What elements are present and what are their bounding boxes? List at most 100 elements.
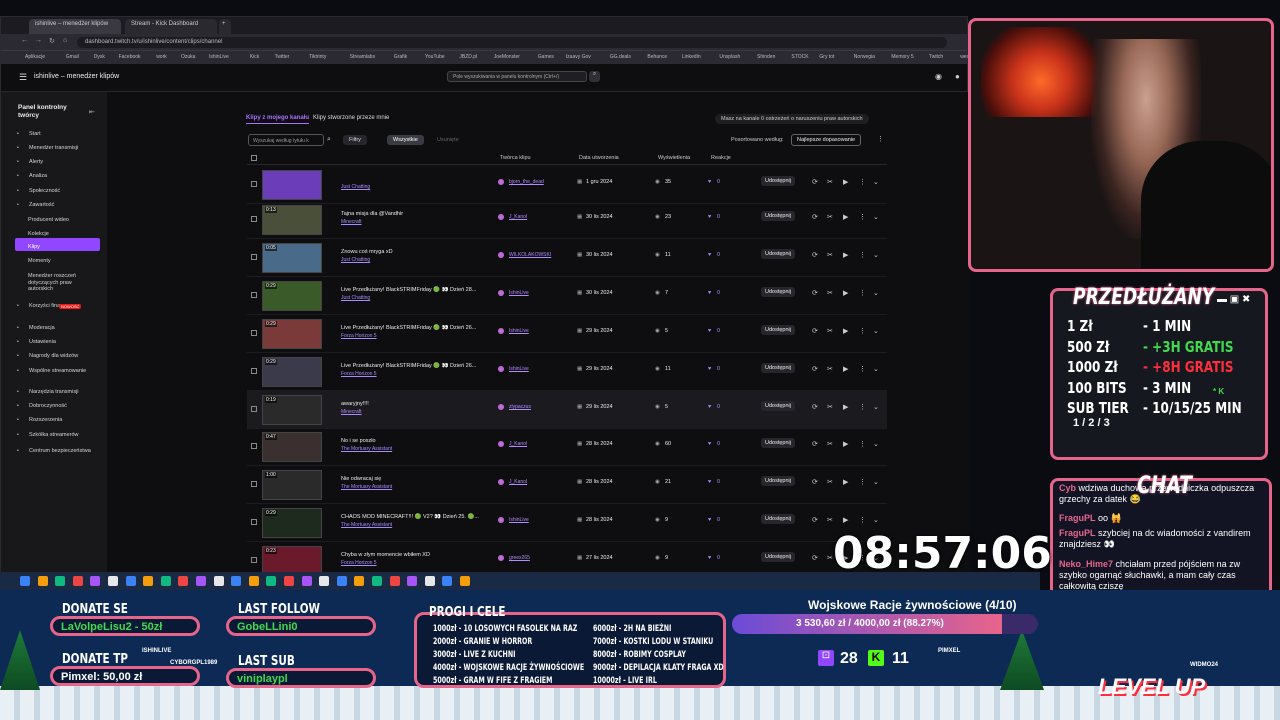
sidebar-item[interactable]: Alerty bbox=[29, 159, 91, 166]
column-header[interactable]: Data utworzenia bbox=[579, 155, 619, 161]
taskbar-app-icon[interactable] bbox=[143, 576, 154, 586]
bookmark-item[interactable]: Shinden bbox=[757, 54, 775, 60]
clip-category[interactable]: The Mortuary Assistant bbox=[341, 446, 392, 452]
play-icon[interactable]: ▶ bbox=[843, 478, 848, 486]
more-options-icon[interactable]: ⋮ bbox=[859, 289, 866, 297]
scissors-icon[interactable]: ✂ bbox=[827, 213, 833, 221]
sidebar-item[interactable]: Narzędzia transmisji bbox=[29, 389, 91, 396]
bookmark-item[interactable]: YouTube bbox=[425, 54, 445, 60]
chevron-down-icon[interactable]: ⌄ bbox=[873, 478, 879, 486]
taskbar-app-icon[interactable] bbox=[336, 576, 347, 586]
share-button[interactable]: Udostępnij bbox=[761, 363, 795, 373]
taskbar-app-icon[interactable] bbox=[178, 576, 189, 586]
clip-title[interactable]: Live Przedłużany! BlackSTRIMFriday 🟢 👀 D… bbox=[341, 363, 476, 369]
taskbar-app-icon[interactable] bbox=[319, 576, 330, 586]
taskbar-app-icon[interactable] bbox=[301, 576, 312, 586]
share-button[interactable]: Udostępnij bbox=[761, 476, 795, 486]
taskbar-app-icon[interactable] bbox=[424, 576, 435, 586]
clip-category[interactable]: Just Chatting bbox=[341, 184, 370, 190]
scissors-icon[interactable]: ✂ bbox=[827, 178, 833, 186]
column-header[interactable]: Wyświetlenia bbox=[658, 155, 690, 161]
taskbar-app-icon[interactable] bbox=[90, 576, 101, 586]
play-icon[interactable]: ▶ bbox=[843, 251, 848, 259]
scissors-icon[interactable]: ✂ bbox=[827, 403, 833, 411]
bookmark-item[interactable]: Izaavy Gov bbox=[566, 54, 591, 60]
bookmark-item[interactable]: Memory 5 bbox=[891, 54, 913, 60]
play-icon[interactable]: ▶ bbox=[843, 178, 848, 186]
collapse-icon[interactable]: ⇤ bbox=[89, 108, 95, 116]
play-icon[interactable]: ▶ bbox=[843, 365, 848, 373]
play-icon[interactable]: ▶ bbox=[843, 516, 848, 524]
menu-icon[interactable]: ☰ bbox=[19, 72, 27, 83]
clip-category[interactable]: The Mortuary Assistant bbox=[341, 484, 392, 490]
more-options-icon[interactable]: ⋮ bbox=[859, 178, 866, 186]
row-checkbox[interactable] bbox=[251, 330, 257, 336]
home-icon[interactable]: ⌂ bbox=[63, 37, 67, 44]
sidebar-item[interactable]: Społeczność bbox=[29, 188, 91, 195]
bookmark-item[interactable]: Behance bbox=[647, 54, 667, 60]
refresh-icon[interactable]: ⟳ bbox=[812, 178, 818, 186]
back-icon[interactable]: ← bbox=[21, 37, 28, 44]
clip-thumbnail[interactable]: 0:13 bbox=[262, 205, 322, 235]
scissors-icon[interactable]: ✂ bbox=[827, 554, 833, 562]
sidebar-item[interactable]: Kolekcje bbox=[28, 231, 83, 238]
table-row[interactable]: 0:29 CHAOS MOD MINECRAFT!!! 🟢 V2? 👀 Dzień… bbox=[247, 504, 887, 542]
clip-thumbnail[interactable]: 0:29 bbox=[262, 319, 322, 349]
scissors-icon[interactable]: ✂ bbox=[827, 327, 833, 335]
clip-title[interactable]: Live Przedłużany! BlackSTRIMFriday 🟢 👀 D… bbox=[341, 325, 476, 331]
sidebar-item[interactable]: Nagrody dla widzów bbox=[29, 353, 91, 360]
row-checkbox[interactable] bbox=[251, 254, 257, 260]
clip-title[interactable]: Znowu coś mryga xD bbox=[341, 249, 393, 255]
share-button[interactable]: Udostępnij bbox=[761, 438, 795, 448]
taskbar-app-icon[interactable] bbox=[248, 576, 259, 586]
table-row[interactable]: 0:29 Live Przedłużany! BlackSTRIMFriday 🟢… bbox=[247, 353, 887, 391]
play-icon[interactable]: ▶ bbox=[843, 213, 848, 221]
sidebar-item[interactable]: Klipy bbox=[28, 244, 83, 251]
clip-category[interactable]: Minecraft bbox=[341, 409, 362, 415]
bookmark-item[interactable]: Gry tot bbox=[819, 54, 834, 60]
taskbar-app-icon[interactable] bbox=[72, 576, 83, 586]
more-options-icon[interactable]: ⋮ bbox=[859, 327, 866, 335]
taskbar-app-icon[interactable] bbox=[160, 576, 171, 586]
chevron-down-icon[interactable]: ⌄ bbox=[873, 403, 879, 411]
clip-thumbnail[interactable]: 0:29 bbox=[262, 508, 322, 538]
new-tab-button[interactable]: + bbox=[219, 19, 231, 34]
sort-select[interactable]: Najlepsze dopasowanie bbox=[791, 134, 862, 146]
clip-category[interactable]: Just Chatting bbox=[341, 295, 370, 301]
sidebar-item[interactable]: Wspólne streamowanie bbox=[29, 368, 91, 375]
bookmark-item[interactable]: Twitch bbox=[929, 54, 943, 60]
more-options-icon[interactable]: ⋮ bbox=[859, 251, 866, 259]
chevron-down-icon[interactable]: ⌄ bbox=[873, 440, 879, 448]
row-checkbox[interactable] bbox=[251, 181, 257, 187]
refresh-icon[interactable]: ⟳ bbox=[812, 440, 818, 448]
clip-category[interactable]: Forza Horizon 5 bbox=[341, 333, 377, 339]
clip-thumbnail[interactable]: 0:05 bbox=[262, 243, 322, 273]
bookmark-item[interactable]: Aplikacje bbox=[25, 54, 45, 60]
refresh-icon[interactable]: ⟳ bbox=[812, 554, 818, 562]
forward-icon[interactable]: → bbox=[35, 37, 42, 44]
clip-author[interactable]: J_Kanol bbox=[509, 479, 527, 485]
clip-thumbnail[interactable]: 0:29 bbox=[262, 281, 322, 311]
refresh-icon[interactable]: ⟳ bbox=[812, 251, 818, 259]
taskbar-app-icon[interactable] bbox=[460, 576, 470, 586]
column-header[interactable]: Reakcje bbox=[711, 155, 731, 161]
sidebar-item[interactable]: Menedżer transmisji bbox=[29, 145, 91, 152]
column-header[interactable]: Twórca klipu bbox=[500, 155, 531, 161]
taskbar-app-icon[interactable] bbox=[37, 576, 48, 586]
refresh-icon[interactable]: ⟳ bbox=[812, 365, 818, 373]
notifications-icon[interactable]: ◉ bbox=[935, 72, 942, 81]
taskbar-app-icon[interactable] bbox=[284, 576, 294, 586]
bookmark-item[interactable]: Twitter bbox=[275, 54, 290, 60]
taskbar-app-icon[interactable] bbox=[266, 576, 277, 586]
clip-thumbnail[interactable]: 0:47 bbox=[262, 432, 322, 462]
clip-category[interactable]: The Mortuary Assistant bbox=[341, 522, 392, 528]
clip-thumbnail[interactable]: 0:19 bbox=[262, 395, 322, 425]
taskbar-app-icon[interactable] bbox=[196, 576, 206, 586]
bookmark-item[interactable]: work bbox=[156, 54, 167, 60]
chevron-down-icon[interactable]: ⌄ bbox=[873, 178, 879, 186]
tab-my-channel-clips[interactable]: Klipy z mojego kanału bbox=[246, 115, 310, 124]
row-checkbox[interactable] bbox=[251, 443, 257, 449]
clip-title[interactable]: awaryjny!!!! bbox=[341, 401, 369, 407]
play-icon[interactable]: ▶ bbox=[843, 440, 848, 448]
scissors-icon[interactable]: ✂ bbox=[827, 478, 833, 486]
